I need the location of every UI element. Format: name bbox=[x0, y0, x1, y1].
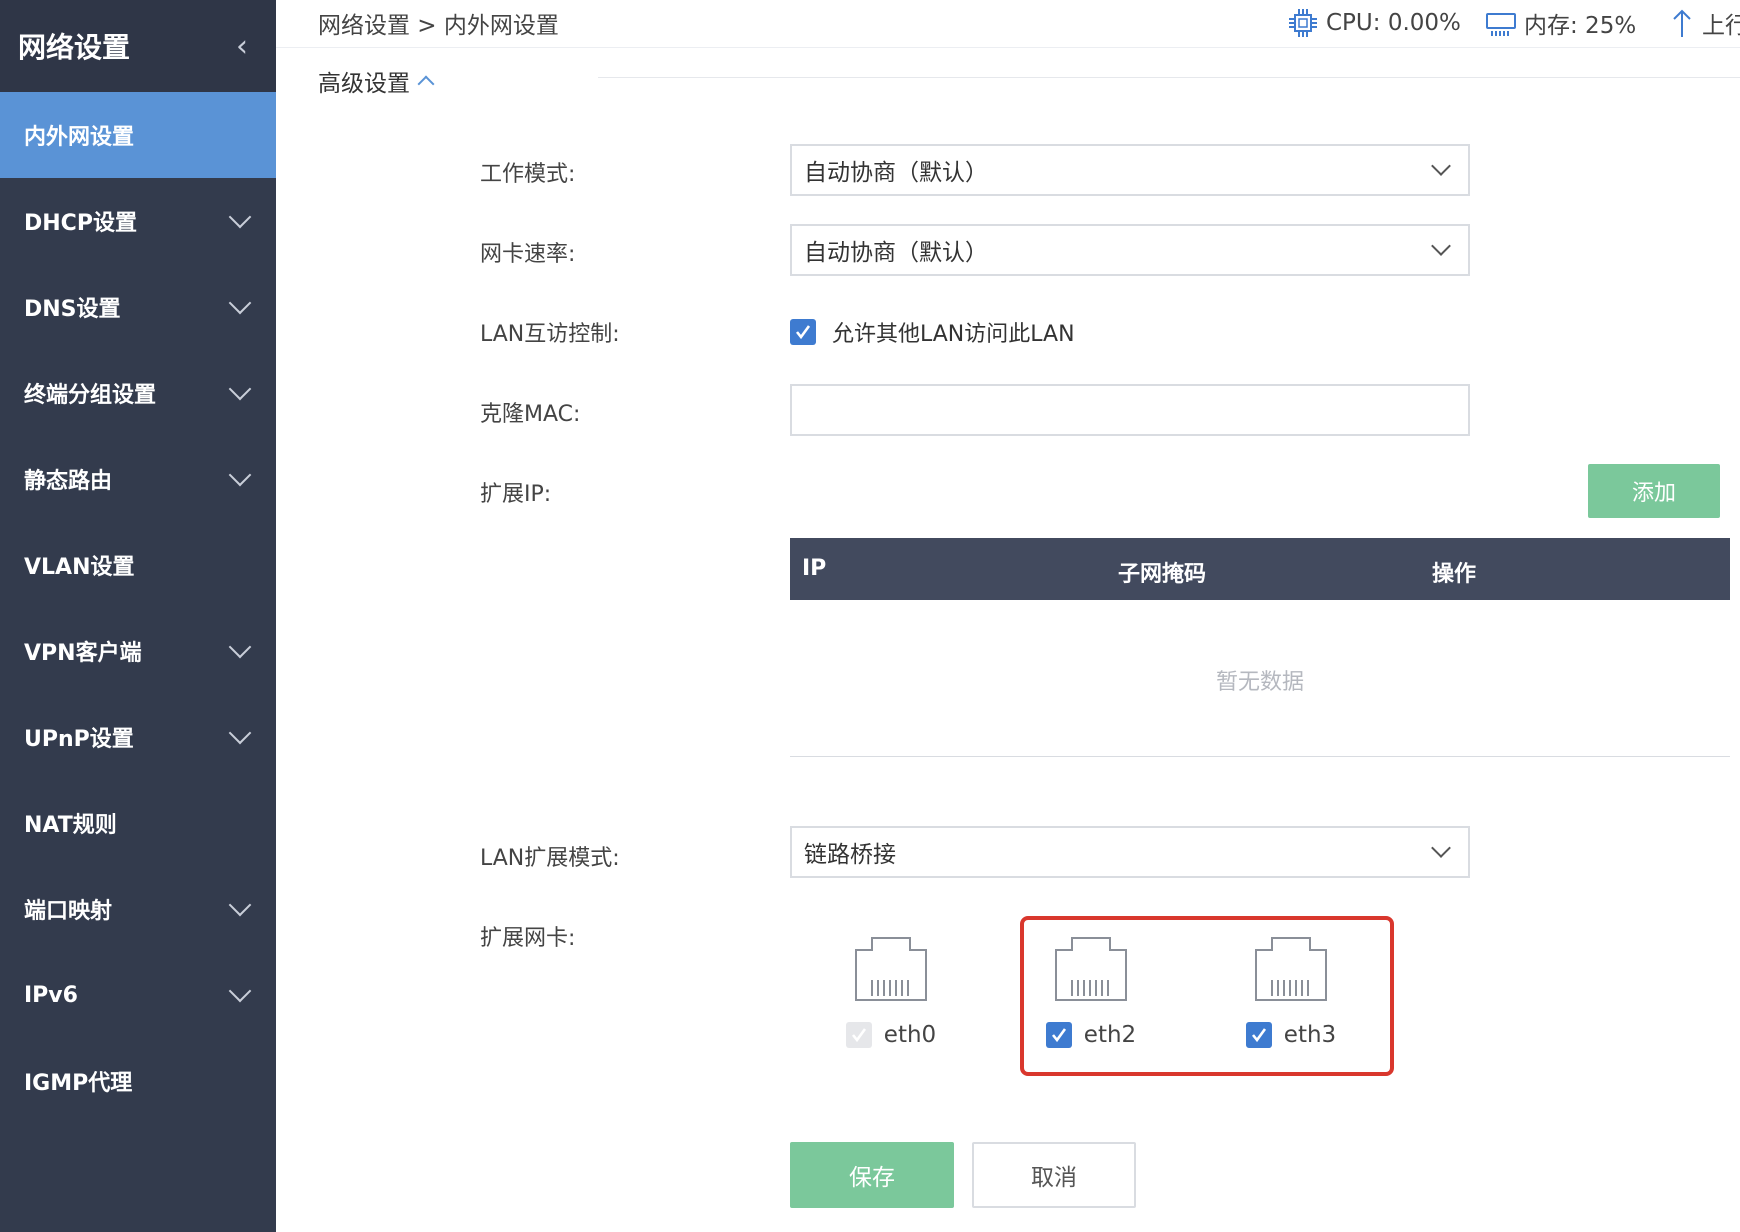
sidebar-item-igmp[interactable]: IGMP代理 bbox=[0, 1038, 276, 1124]
ethernet-port-icon bbox=[855, 937, 927, 1001]
sidebar-item-label: 端口映射 bbox=[24, 899, 113, 924]
clone-mac-label: 克隆MAC: bbox=[480, 402, 581, 427]
lan-access-checkbox-label: 允许其他LAN访问此LAN bbox=[832, 322, 1075, 347]
sidebar-item-label: DNS设置 bbox=[24, 297, 121, 322]
sidebar-item-static-route[interactable]: 静态路由 bbox=[0, 436, 276, 522]
sidebar-item-dns[interactable]: DNS设置 bbox=[0, 264, 276, 350]
chevron-down-icon bbox=[1431, 156, 1451, 176]
top-bar: 网络设置 > 内外网设置 CPU: 0.00% 内存: 25% 上行 bbox=[276, 0, 1740, 48]
upload-value: 上行 bbox=[1702, 13, 1740, 39]
sidebar-item-port-mapping[interactable]: 端口映射 bbox=[0, 866, 276, 952]
sidebar: 网络设置 ‹ 内外网设置 DHCP设置 DNS设置 终端分组设置 静态路由 VL… bbox=[0, 0, 276, 1232]
cpu-value: CPU: 0.00% bbox=[1326, 10, 1461, 36]
nic-eth0-checkbox bbox=[845, 1022, 872, 1048]
lan-access-label: LAN互访控制: bbox=[480, 322, 620, 347]
sidebar-item-label: 静态路由 bbox=[24, 469, 113, 494]
table-divider bbox=[790, 756, 1730, 757]
sidebar-item-upnp[interactable]: UPnP设置 bbox=[0, 694, 276, 780]
sidebar-item-label: VPN客户端 bbox=[24, 641, 142, 666]
chevron-down-icon bbox=[1431, 838, 1451, 858]
nic-eth0: eth0 bbox=[836, 934, 946, 1048]
sidebar-item-ipv6[interactable]: IPv6 bbox=[0, 952, 276, 1038]
memory-icon bbox=[1486, 13, 1516, 36]
nic-speed-value: 自动协商（默认） bbox=[804, 240, 988, 266]
ext-ip-table-header: IP 子网掩码 操作 bbox=[790, 538, 1730, 600]
advanced-settings-toggle[interactable]: 高级设置 bbox=[318, 64, 435, 98]
sidebar-item-vlan[interactable]: VLAN设置 bbox=[0, 522, 276, 608]
nic-eth0-label: eth0 bbox=[883, 1022, 937, 1048]
sidebar-item-nat[interactable]: NAT规则 bbox=[0, 780, 276, 866]
add-ip-button[interactable]: 添加 bbox=[1588, 464, 1720, 518]
sidebar-item-terminal-group[interactable]: 终端分组设置 bbox=[0, 350, 276, 436]
cpu-status: CPU: 0.00% bbox=[1286, 6, 1461, 40]
chevron-down-icon bbox=[228, 979, 252, 1003]
nic-speed-select[interactable]: 自动协商（默认） bbox=[790, 224, 1470, 276]
sidebar-item-lan-wan[interactable]: 内外网设置 bbox=[0, 92, 276, 178]
sidebar-header: 网络设置 ‹ bbox=[0, 0, 276, 92]
column-header-subnet-mask: 子网掩码 bbox=[1118, 562, 1207, 587]
sidebar-item-label: IGMP代理 bbox=[24, 1071, 133, 1096]
sidebar-item-label: 终端分组设置 bbox=[24, 383, 157, 408]
sidebar-item-label: IPv6 bbox=[24, 982, 78, 1008]
lan-ext-mode-label: LAN扩展模式: bbox=[480, 846, 620, 871]
chevron-down-icon bbox=[1431, 236, 1451, 256]
chevron-up-icon bbox=[417, 75, 435, 93]
lan-ext-mode-select[interactable]: 链路桥接 bbox=[790, 826, 1470, 878]
work-mode-label: 工作模式: bbox=[480, 162, 576, 187]
divider bbox=[598, 77, 1740, 78]
lan-ext-mode-value: 链路桥接 bbox=[804, 842, 896, 868]
work-mode-select[interactable]: 自动协商（默认） bbox=[790, 144, 1470, 196]
sidebar-item-vpn-client[interactable]: VPN客户端 bbox=[0, 608, 276, 694]
nic-speed-label: 网卡速率: bbox=[480, 242, 576, 267]
checkmark-icon bbox=[851, 1028, 866, 1043]
sidebar-title: 网络设置 bbox=[18, 31, 131, 64]
advanced-settings-title: 高级设置 bbox=[318, 71, 410, 97]
sidebar-item-label: UPnP设置 bbox=[24, 727, 134, 752]
column-header-ip: IP bbox=[802, 556, 827, 581]
chevron-down-icon bbox=[228, 463, 252, 487]
chevron-down-icon bbox=[228, 291, 252, 315]
chevron-down-icon bbox=[228, 721, 252, 745]
ext-ip-label: 扩展IP: bbox=[480, 482, 552, 507]
highlight-annotation bbox=[1020, 916, 1394, 1076]
clone-mac-input[interactable] bbox=[790, 384, 1470, 436]
save-button[interactable]: 保存 bbox=[790, 1142, 954, 1208]
chevron-down-icon bbox=[228, 635, 252, 659]
checkmark-icon bbox=[795, 325, 811, 340]
collapse-sidebar-icon[interactable]: ‹ bbox=[236, 29, 248, 64]
main-content: 网络设置 > 内外网设置 CPU: 0.00% 内存: 25% 上行 高级设置 … bbox=[276, 0, 1740, 1232]
memory-status: 内存: 25% bbox=[1484, 6, 1636, 40]
cancel-button[interactable]: 取消 bbox=[972, 1142, 1136, 1208]
cpu-icon bbox=[1289, 9, 1317, 37]
sidebar-item-label: DHCP设置 bbox=[24, 211, 137, 236]
work-mode-value: 自动协商（默认） bbox=[804, 160, 988, 186]
sidebar-item-label: 内外网设置 bbox=[24, 125, 135, 150]
sidebar-item-label: VLAN设置 bbox=[24, 555, 135, 580]
memory-value: 内存: 25% bbox=[1524, 13, 1637, 39]
lan-access-checkbox[interactable] bbox=[790, 319, 816, 345]
chevron-down-icon bbox=[228, 205, 252, 229]
ext-nic-label: 扩展网卡: bbox=[480, 926, 576, 951]
sidebar-item-dhcp[interactable]: DHCP设置 bbox=[0, 178, 276, 264]
sidebar-item-label: NAT规则 bbox=[24, 813, 117, 838]
chevron-down-icon bbox=[228, 377, 252, 401]
table-empty-text: 暂无数据 bbox=[1215, 670, 1304, 695]
upload-arrow-icon bbox=[1673, 9, 1691, 37]
lan-access-option: 允许其他LAN访问此LAN bbox=[790, 316, 1075, 348]
column-header-actions: 操作 bbox=[1432, 562, 1477, 587]
chevron-down-icon bbox=[228, 893, 252, 917]
breadcrumb: 网络设置 > 内外网设置 bbox=[318, 13, 559, 39]
upload-status: 上行 bbox=[1668, 6, 1740, 40]
